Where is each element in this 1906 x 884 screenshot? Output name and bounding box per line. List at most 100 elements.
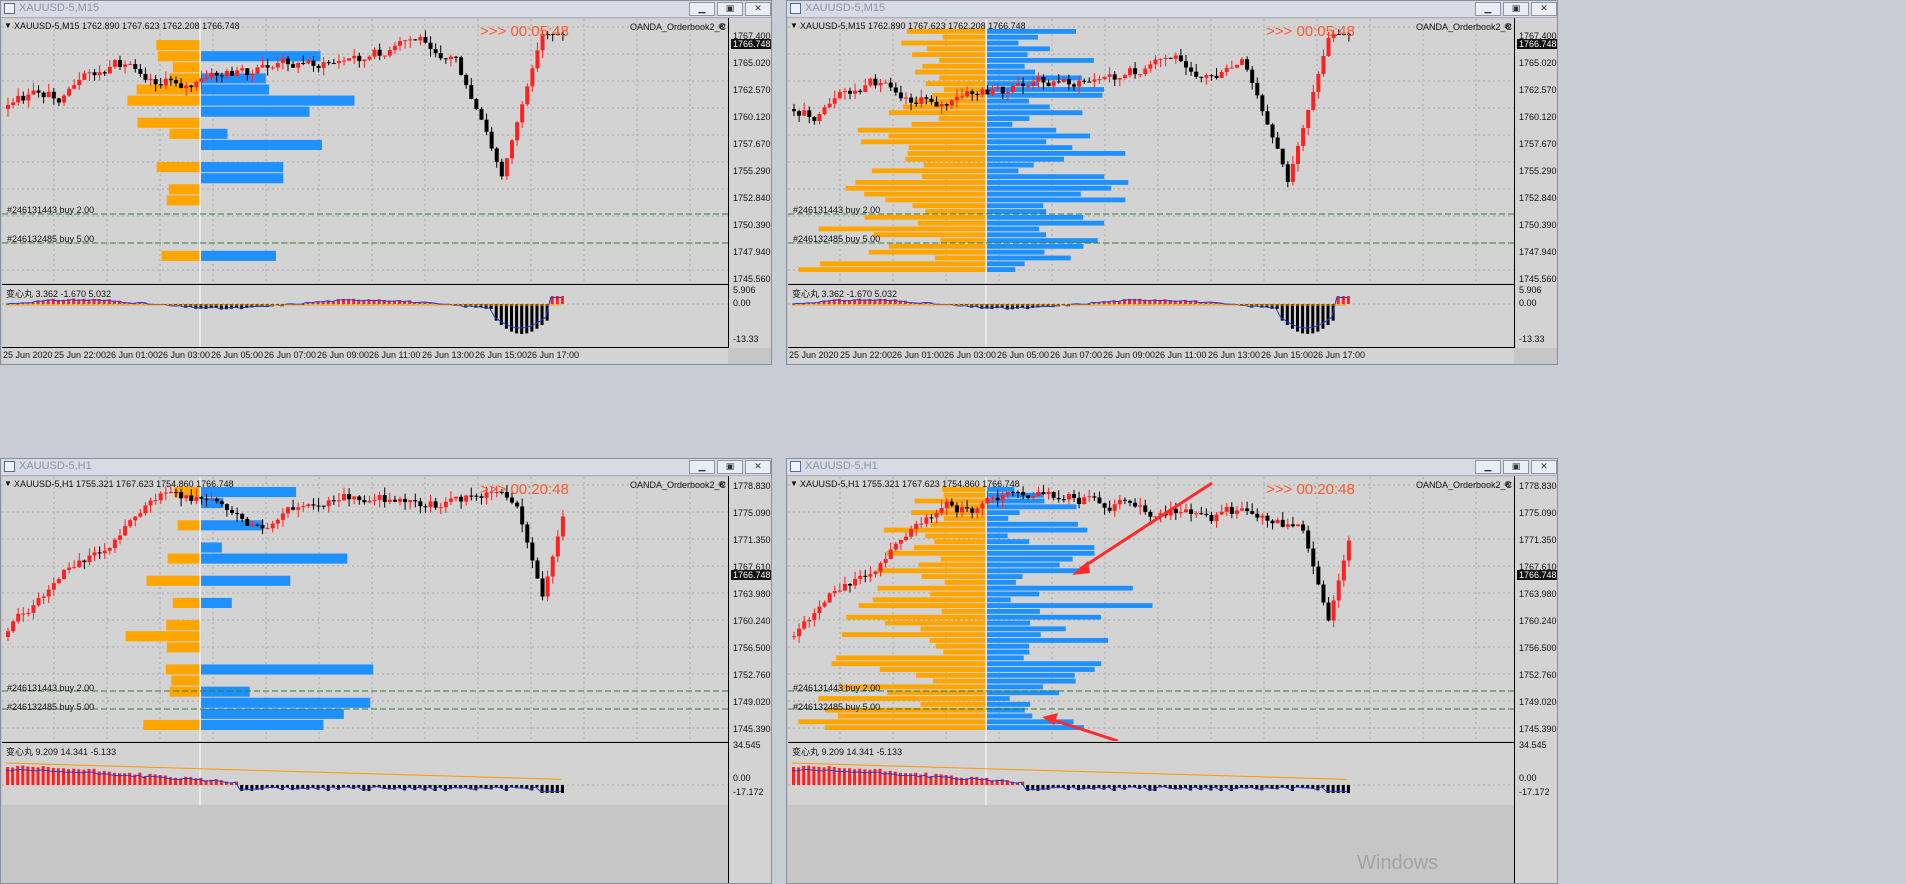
- indicator-subwindow[interactable]: 变心丸 9.209 14.341 -5.133: [788, 742, 1514, 805]
- candle-body: [1280, 148, 1285, 165]
- window-titlebar[interactable]: XAUUSD-5,H1 ▁ ▣ ✕: [787, 459, 1557, 476]
- candle-body: [1046, 492, 1051, 495]
- indicator-subwindow[interactable]: 变心丸 3.362 -1.670 5.032: [2, 284, 728, 347]
- indicator-close-icon[interactable]: ⊗: [718, 479, 726, 490]
- candle-body: [301, 62, 306, 64]
- sell-book-bar: [938, 116, 986, 121]
- sell-book-bar: [861, 139, 986, 145]
- candle-body: [1010, 492, 1015, 493]
- oscillator-bar: [6, 767, 9, 785]
- maximize-icon[interactable]: ▣: [717, 460, 743, 474]
- price-scale[interactable]: 1778.830 1775.090 1771.350 1767.610 1766…: [1514, 476, 1557, 883]
- close-icon[interactable]: ✕: [1531, 460, 1557, 474]
- chart-window-m15-left[interactable]: XAUUSD-5,M15 ▁ ▣ ✕ ▼ XAUUSD-5,M15 1762.8…: [0, 0, 772, 365]
- buy-book-bar: [987, 678, 1076, 684]
- candle-body: [62, 95, 66, 103]
- candle-body: [408, 500, 413, 503]
- candle-body: [168, 78, 173, 81]
- candle-body: [858, 575, 863, 579]
- candle-body: [1143, 505, 1148, 512]
- minimize-icon[interactable]: ▁: [1475, 460, 1501, 474]
- candle-body: [1326, 602, 1331, 621]
- candle-body: [792, 109, 796, 112]
- main-chart[interactable]: ▼ XAUUSD-5,H1 1755.321 1767.623 1754.860…: [2, 477, 728, 741]
- candle-body: [158, 84, 163, 86]
- sell-book-bar: [923, 162, 986, 168]
- candle-body: [123, 526, 128, 536]
- dropdown-triangle-icon[interactable]: ▼: [4, 479, 12, 488]
- maximize-icon[interactable]: ▣: [1503, 2, 1529, 16]
- close-icon[interactable]: ✕: [745, 2, 771, 16]
- candle-body: [1112, 504, 1117, 511]
- close-icon[interactable]: ✕: [1531, 2, 1557, 16]
- time-tick: 26 Jun 17:00: [1313, 350, 1366, 360]
- oscillator-bar: [16, 765, 20, 785]
- candle-body: [995, 86, 1000, 89]
- candle-body: [1117, 499, 1122, 505]
- oscillator-bar: [914, 772, 918, 785]
- buy-book-bar: [987, 609, 1040, 614]
- indicator-close-icon[interactable]: ⊗: [1504, 479, 1512, 490]
- dropdown-triangle-icon[interactable]: ▼: [790, 21, 798, 30]
- minimize-icon[interactable]: ▁: [689, 2, 715, 16]
- candle-body: [842, 583, 847, 591]
- time-tick: 25 Jun 22:00: [840, 350, 893, 360]
- buy-book-bar: [987, 591, 1040, 597]
- candle-body: [321, 62, 326, 69]
- price-scale[interactable]: 1778.830 1775.090 1771.350 1767.610 1766…: [728, 476, 771, 883]
- candle-body: [939, 507, 944, 514]
- indicator-subwindow[interactable]: 变心丸 9.209 14.341 -5.133: [2, 742, 728, 805]
- candle-body: [909, 97, 914, 103]
- bar-timer: >>> 00:20:48: [480, 481, 569, 498]
- oscillator-bar: [812, 766, 816, 785]
- candle-body: [357, 55, 362, 62]
- candle-body: [97, 552, 102, 554]
- window-titlebar[interactable]: XAUUSD-5,H1 ▁ ▣ ✕: [1, 459, 771, 476]
- window-titlebar[interactable]: XAUUSD-5,M15 ▁ ▣ ✕: [787, 1, 1557, 18]
- price-scale[interactable]: 1767.400 1766.748 1765.020 1762.570 1760…: [1514, 18, 1557, 348]
- buy-book-bar: [987, 156, 1065, 162]
- window-title: XAUUSD-5,H1: [805, 460, 878, 472]
- oscillator-bar: [802, 765, 806, 785]
- candle-body: [1016, 83, 1020, 86]
- candle-body: [326, 62, 331, 64]
- order-line-label: #246131443 buy 2.00: [793, 205, 881, 215]
- price-tick: 1771.350: [1519, 535, 1557, 545]
- close-icon[interactable]: ✕: [745, 460, 771, 474]
- minimize-icon[interactable]: ▁: [689, 460, 715, 474]
- main-chart[interactable]: ▼ XAUUSD-5,M15 1762.890 1767.623 1762.20…: [2, 19, 728, 283]
- time-axis[interactable]: 25 Jun 2020 25 Jun 22:00 26 Jun 01:00 26…: [2, 347, 728, 364]
- candle-body: [56, 579, 61, 584]
- chart-window-h1-left[interactable]: XAUUSD-5,H1 ▁ ▣ ✕ ▼ XAUUSD-5,H1 1755.321…: [0, 458, 772, 884]
- buy-book-bar: [987, 533, 1008, 539]
- minimize-icon[interactable]: ▁: [1475, 2, 1501, 16]
- price-tick: 1750.390: [1519, 220, 1557, 230]
- maximize-icon[interactable]: ▣: [1503, 460, 1529, 474]
- dropdown-triangle-icon[interactable]: ▼: [790, 479, 798, 488]
- indicator-subwindow[interactable]: 变心丸 3.362 -1.670 5.032: [788, 284, 1514, 347]
- buy-book-bar: [987, 46, 1050, 52]
- price-scale[interactable]: 1767.400 1766.748 1765.020 1762.570 1760…: [728, 18, 771, 348]
- chart-window-h1-right[interactable]: XAUUSD-5,H1 ▁ ▣ ✕ ▼ XAUUSD-5,H1 1755.321…: [786, 458, 1558, 884]
- buy-book-bar: [987, 568, 1086, 574]
- buy-book-bar: [201, 106, 310, 117]
- candle-body: [807, 110, 812, 117]
- main-chart[interactable]: ▼ XAUUSD-5,H1 1755.321 1767.623 1754.860…: [788, 477, 1514, 741]
- indicator-close-icon[interactable]: ⊗: [1504, 21, 1512, 32]
- candle-body: [291, 64, 296, 68]
- candle-body: [1229, 506, 1234, 514]
- candle-body: [56, 98, 61, 103]
- chart-window-m15-right[interactable]: XAUUSD-5,M15 ▁ ▣ ✕ ▼ XAUUSD-5,M15 1762.8…: [786, 0, 1558, 365]
- time-axis[interactable]: 25 Jun 2020 25 Jun 22:00 26 Jun 01:00 26…: [788, 347, 1514, 364]
- sell-book-bar: [929, 638, 986, 643]
- dropdown-triangle-icon[interactable]: ▼: [4, 21, 12, 30]
- indicator-close-icon[interactable]: ⊗: [718, 21, 726, 32]
- candle-body: [1051, 81, 1056, 87]
- maximize-icon[interactable]: ▣: [717, 2, 743, 16]
- candle-body: [510, 140, 514, 159]
- candle-body: [275, 63, 280, 68]
- buy-book-bar: [987, 226, 1040, 232]
- price-chart-canvas: [788, 477, 1514, 741]
- window-titlebar[interactable]: XAUUSD-5,M15 ▁ ▣ ✕: [1, 1, 771, 18]
- main-chart[interactable]: ▼ XAUUSD-5,M15 1762.890 1767.623 1762.20…: [788, 19, 1514, 283]
